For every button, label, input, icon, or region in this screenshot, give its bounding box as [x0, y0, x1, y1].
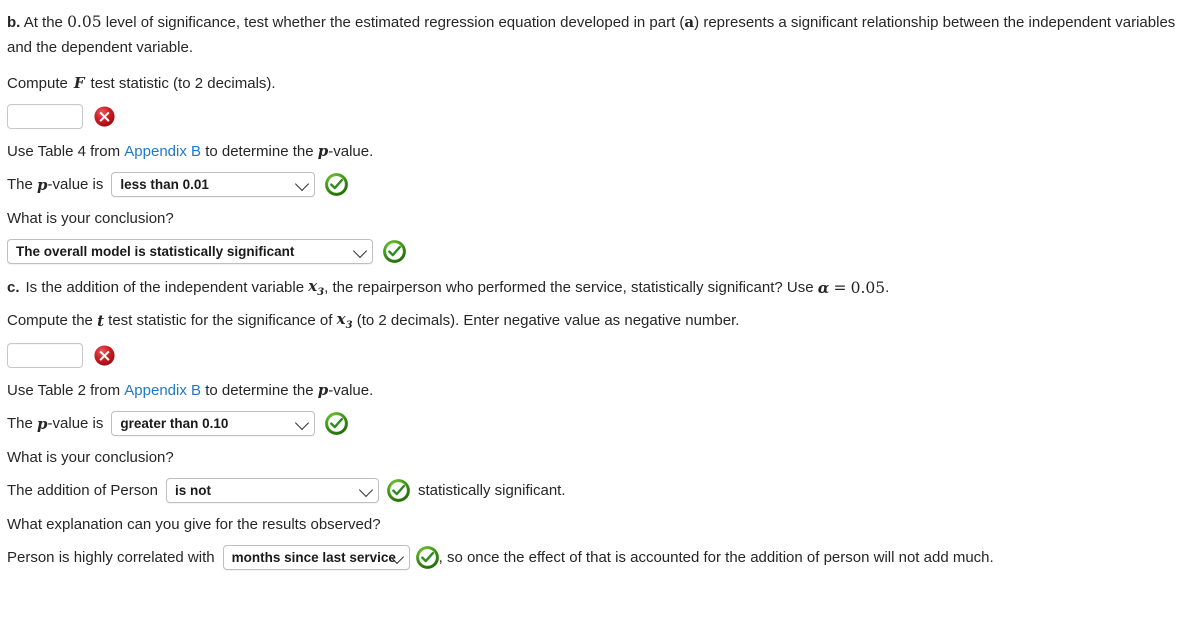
correct-icon [325, 412, 349, 435]
part-c-pvalue-label-2: -value is [47, 415, 104, 432]
part-c-addition-select[interactable]: is not [165, 478, 379, 503]
part-c-explanation-suffix: , so once the effect of that is accounte… [438, 549, 994, 566]
part-c-alpha-symbol: α [817, 278, 830, 297]
part-c-addition-selected-value: is not [174, 483, 211, 498]
part-b-prompt-text-1: At the [23, 14, 63, 31]
part-c-explanation-select[interactable]: months since last service [222, 545, 410, 570]
t-test-statistic-input[interactable] [7, 343, 83, 368]
part-b-pvalue-selected-value: less than 0.01 [120, 177, 209, 192]
part-b-conclusion-question-text: What is your conclusion? [7, 210, 174, 227]
part-b-pvalue-symbol: p [317, 142, 329, 160]
part-c-explanation-row: Person is highly correlated with months … [7, 545, 1181, 570]
part-b-part-ref: a [684, 13, 695, 31]
part-b-pvalue-row: The p -value is less than 0.01 [7, 172, 1181, 197]
part-c-explanation-question-text: What explanation can you give for the re… [7, 516, 381, 533]
part-b-compute-symbol: F [73, 74, 85, 92]
part-c-table-line: Use Table 2 from Appendix B to determine… [7, 381, 1181, 399]
part-c-addition-suffix: statistically significant. [417, 482, 566, 499]
part-b-conclusion-selected-value: The overall model is statistically signi… [16, 244, 295, 259]
chevron-down-icon [358, 482, 374, 497]
part-b-answer-row [7, 104, 1181, 129]
part-b-table-line: Use Table 4 from Appendix B to determine… [7, 142, 1181, 160]
part-c-conclusion-question: What is your conclusion? [7, 449, 1181, 466]
f-test-statistic-input[interactable] [7, 104, 83, 129]
part-c-pvalue-symbol-2: p [37, 414, 48, 433]
correct-icon [387, 479, 410, 502]
appendix-b-link-1[interactable]: Appendix B [124, 143, 201, 160]
part-c-prompt: c. Is the addition of the independent va… [7, 277, 1181, 298]
part-c-table-text-3: -value. [328, 381, 374, 399]
part-b-conclusion-row: The overall model is statistically signi… [7, 239, 1181, 264]
part-c-compute-suffix: (to 2 decimals). Enter negative value as… [356, 312, 740, 329]
part-b-prompt-text-2: level of significance, test whether the … [105, 14, 685, 31]
part-c-pvalue-label-1: The [7, 415, 33, 432]
chevron-down-icon [352, 243, 368, 258]
part-b-table-text-3: -value. [328, 142, 374, 160]
chevron-down-icon [295, 415, 310, 430]
part-b-pvalue-label-1: The [7, 176, 33, 193]
chevron-down-icon [295, 176, 310, 191]
part-b-table-text-1: Use Table 4 from [7, 142, 121, 160]
part-b-conclusion-select[interactable]: The overall model is statistically signi… [7, 239, 373, 264]
part-c-variable-symbol-2: x3 [336, 310, 353, 331]
part-b-pvalue-label-2: -value is [47, 176, 104, 193]
part-b-pvalue-select[interactable]: less than 0.01 [111, 172, 316, 197]
incorrect-icon [93, 105, 116, 128]
part-c-compute-line: Compute the t test statistic for the sig… [7, 310, 1181, 331]
part-c-table-text-2: to determine the [205, 381, 314, 399]
part-c-prompt-text-1: Is the addition of the independent varia… [25, 279, 305, 296]
part-b-table-text-2: to determine the [205, 142, 314, 160]
part-c-prompt-text-2: , the repairperson who performed the ser… [324, 279, 814, 296]
part-c-compute-prefix: Compute the [7, 312, 93, 329]
correct-icon [383, 240, 406, 263]
part-c-prompt-text-3: . [885, 279, 890, 296]
part-c-explanation-selected-value: months since last service [231, 550, 396, 565]
part-c-variable-symbol: x3 [308, 277, 325, 298]
part-c-explanation-prefix: Person is highly correlated with [7, 549, 215, 566]
exercise-page: b. At the 0.05 level of significance, te… [0, 0, 1181, 570]
part-b-compute-prefix: Compute [7, 74, 68, 92]
part-c-compute-symbol: t [97, 311, 104, 330]
part-c-table-text-1: Use Table 2 from [7, 381, 121, 399]
part-b-prompt: b. At the 0.05 level of significance, te… [7, 10, 1181, 60]
part-b-conclusion-question: What is your conclusion? [7, 210, 1181, 227]
part-c-pvalue-symbol: p [317, 381, 329, 399]
correct-icon [415, 546, 439, 569]
part-c-conclusion-question-text: What is your conclusion? [7, 449, 174, 466]
part-c-addition-prefix: The addition of Person [7, 482, 158, 499]
part-c-alpha-value: 0.05 [850, 278, 886, 297]
part-c-addition-row: The addition of Person is not statistica… [7, 478, 1181, 503]
part-c-pvalue-selected-value: greater than 0.10 [120, 416, 229, 431]
part-c-pvalue-select[interactable]: greater than 0.10 [111, 411, 316, 436]
part-c-compute-mid: test statistic for the significance of [108, 312, 333, 329]
correct-icon [325, 173, 349, 196]
part-c-alpha-eq: = [833, 278, 847, 297]
part-b-pvalue-symbol-2: p [37, 175, 48, 194]
part-c-pvalue-row: The p -value is greater than 0.10 [7, 411, 1181, 436]
incorrect-icon [93, 344, 116, 367]
part-c-answer-row [7, 343, 1181, 368]
part-c-label: c. [7, 279, 20, 296]
part-b-compute-line: Compute F test statistic (to 2 decimals)… [7, 74, 1181, 92]
part-b-compute-suffix: test statistic (to 2 decimals). [90, 74, 276, 92]
part-c-explanation-question: What explanation can you give for the re… [7, 516, 1181, 533]
appendix-b-link-2[interactable]: Appendix B [124, 382, 201, 399]
part-b-label: b. [7, 14, 21, 31]
part-b-alpha-value: 0.05 [67, 13, 102, 31]
